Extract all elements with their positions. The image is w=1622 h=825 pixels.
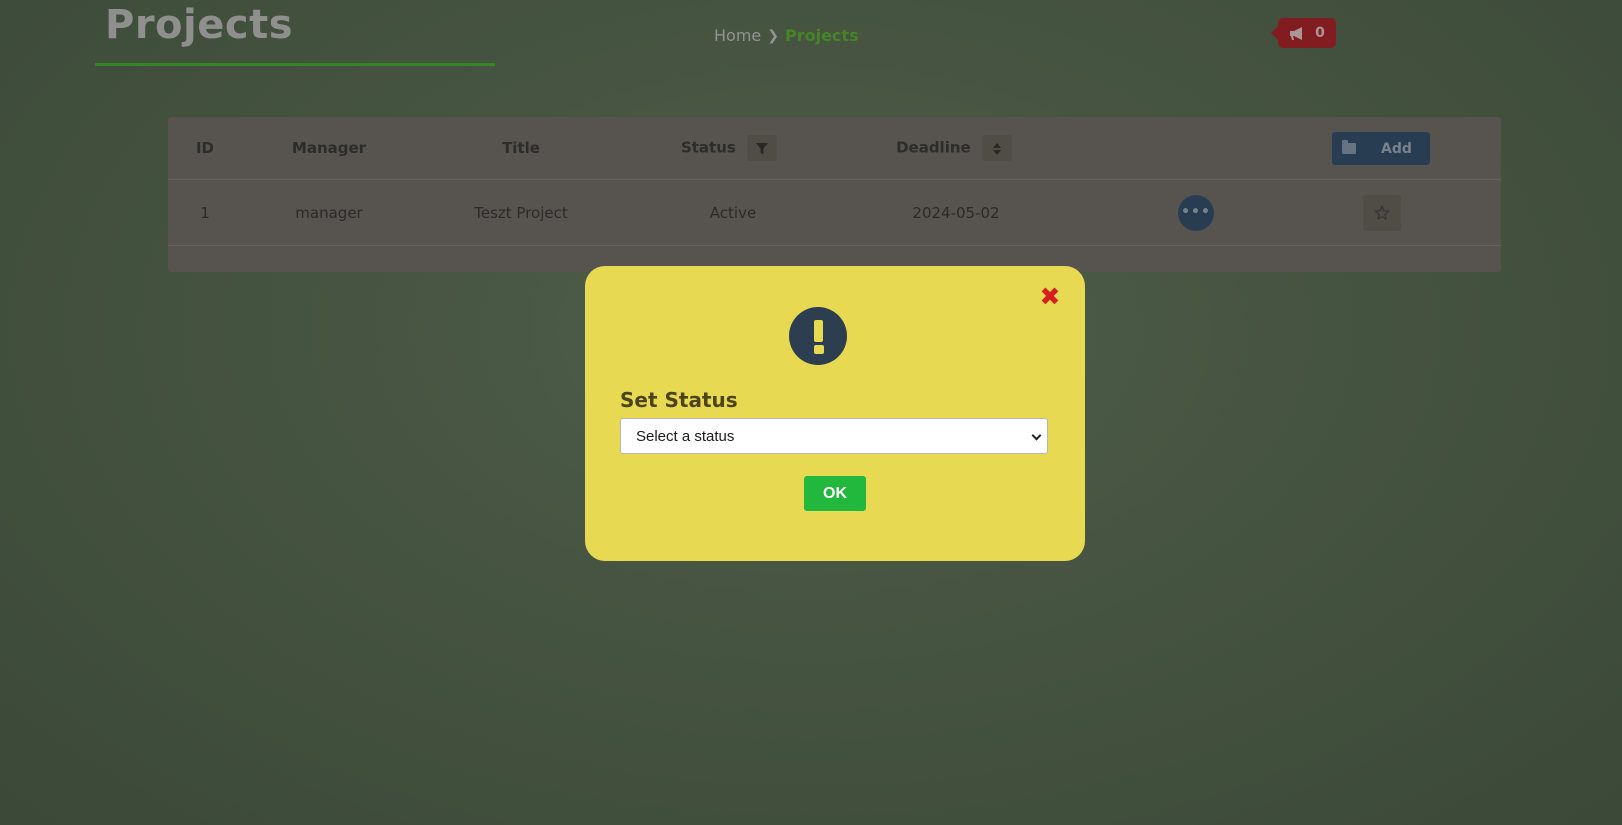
ok-button[interactable]: OK [804,476,866,511]
status-select-value: Select a status [636,427,735,445]
status-select[interactable]: Select a status [620,418,1048,454]
chevron-down-icon [1031,430,1042,441]
exclamation-icon [789,307,847,365]
set-status-dialog: ✖ Set Status Select a status OK [585,266,1085,561]
close-icon[interactable]: ✖ [1037,284,1063,310]
dialog-title: Set Status [620,388,738,412]
